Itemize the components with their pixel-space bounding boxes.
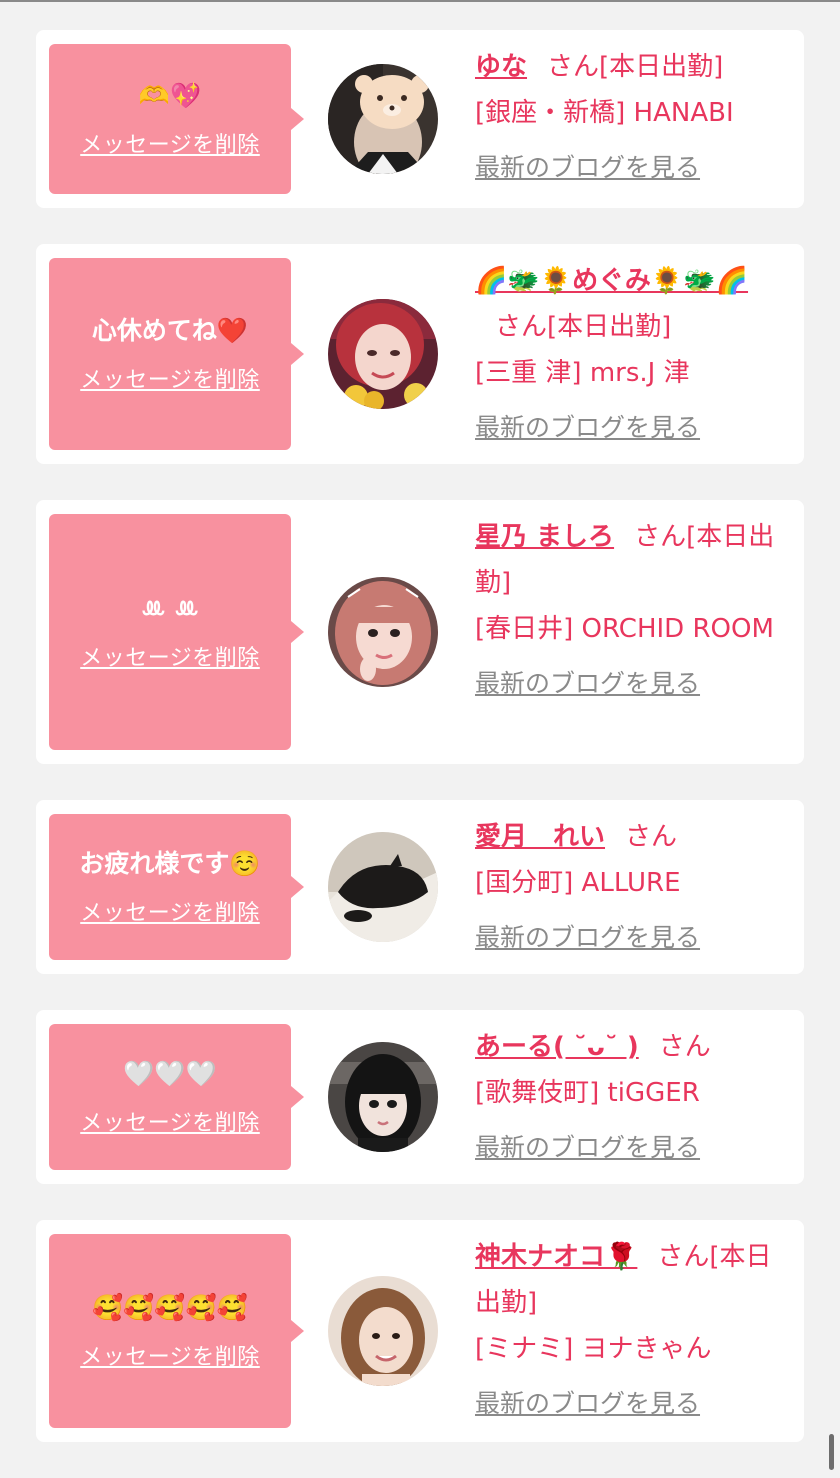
latest-blog-link[interactable]: 最新のブログを見る	[475, 1384, 700, 1424]
cast-name-link[interactable]: 神木ナオコ🌹	[475, 1242, 637, 1272]
message-text: お疲れ様です☺️	[79, 849, 261, 878]
cast-info: 神木ナオコ🌹 さん[本日出勤] [ミナミ] ヨナきゃん 最新のブログを見る	[475, 1234, 790, 1427]
scrollbar-thumb[interactable]	[829, 1434, 834, 1470]
delete-message-link[interactable]: メッセージを削除	[80, 1339, 260, 1371]
top-divider	[0, 0, 840, 2]
message-card: 心休めてね❤️ メッセージを削除 🌈🐲🌻めぐみ🌻🐲🌈 さん[本日出勤] [三重 津…	[36, 244, 804, 464]
message-bubble: 🤍🤍🤍 メッセージを削除	[49, 1024, 304, 1170]
shop-label: [春日井] ORCHID ROOM	[475, 614, 774, 644]
cast-name-link[interactable]: 🌈🐲🌻めぐみ🌻🐲🌈	[475, 266, 748, 296]
latest-blog-link[interactable]: 最新のブログを見る	[475, 664, 700, 704]
message-bubble: 🫶💖 メッセージを削除	[49, 44, 304, 194]
message-card: お疲れ様です☺️ メッセージを削除 愛月 れい さん [国分町] ALLURE 最…	[36, 800, 804, 974]
message-bubble: 心休めてね❤️ メッセージを削除	[49, 258, 304, 450]
cast-name-link[interactable]: ゆな	[475, 52, 527, 82]
delete-message-link[interactable]: メッセージを削除	[80, 127, 260, 159]
latest-blog-link[interactable]: 最新のブログを見る	[475, 148, 700, 188]
shop-label: [三重 津] mrs.J 津	[475, 358, 690, 388]
cast-info: 愛月 れい さん [国分町] ALLURE 最新のブログを見る	[475, 814, 790, 961]
delete-message-link[interactable]: メッセージを削除	[80, 640, 260, 672]
cast-name-link[interactable]: 愛月 れい	[475, 822, 605, 852]
cast-info: ゆな さん[本日出勤] [銀座・新橋] HANABI 最新のブログを見る	[475, 44, 790, 191]
cast-name-link[interactable]: 星乃 ましろ	[475, 522, 614, 552]
cast-status: さん[本日出勤]	[495, 312, 672, 342]
latest-blog-link[interactable]: 最新のブログを見る	[475, 408, 700, 448]
delete-message-link[interactable]: メッセージを削除	[80, 895, 260, 927]
delete-message-link[interactable]: メッセージを削除	[80, 362, 260, 394]
message-text: 🥰🥰🥰🥰🥰	[92, 1293, 248, 1322]
message-card: 🤍🤍🤍 メッセージを削除 あーる( ˘ᴗ˘ ) さん [歌舞伎町] tiGGER …	[36, 1010, 804, 1184]
latest-blog-link[interactable]: 最新のブログを見る	[475, 1128, 700, 1168]
avatar-photo-black-hair-icon[interactable]	[328, 1042, 438, 1152]
message-bubble: 🥰🥰🥰🥰🥰 メッセージを削除	[49, 1234, 304, 1428]
message-bubble: ꔛ ꔛ メッセージを削除	[49, 514, 304, 750]
message-card: ꔛ ꔛ メッセージを削除 星乃 ましろ さん[本日出勤] [春日井] ORCHID…	[36, 500, 804, 764]
cast-status: さん[本日出勤]	[547, 52, 724, 82]
latest-blog-link[interactable]: 最新のブログを見る	[475, 918, 700, 958]
cast-status: さん	[658, 1032, 711, 1062]
message-text: 心休めてね❤️	[91, 316, 249, 345]
avatar-photo-brown-hair-icon[interactable]	[328, 1276, 438, 1386]
avatar-photo-red-hair-icon[interactable]	[328, 299, 438, 409]
avatar-photo-bear-sticker-icon[interactable]	[328, 64, 438, 174]
avatar-photo-pink-hair-icon[interactable]	[328, 577, 438, 687]
shop-label: [国分町] ALLURE	[475, 868, 681, 898]
delete-message-link[interactable]: メッセージを削除	[80, 1105, 260, 1137]
message-card: 🫶💖 メッセージを削除 ゆな さん[本日出勤] [銀座・新橋] HANABI 最…	[36, 30, 804, 208]
cast-name-link[interactable]: あーる( ˘ᴗ˘ )	[475, 1032, 639, 1062]
message-card: 🥰🥰🥰🥰🥰 メッセージを削除 神木ナオコ🌹 さん[本日出勤] [ミナミ] ヨナきゃ…	[36, 1220, 804, 1442]
shop-label: [歌舞伎町] tiGGER	[475, 1078, 700, 1108]
cast-info: 星乃 ましろ さん[本日出勤] [春日井] ORCHID ROOM 最新のブログを…	[475, 514, 790, 707]
message-text: 🤍🤍🤍	[123, 1059, 217, 1088]
cast-status: さん	[625, 822, 678, 852]
message-list: 🫶💖 メッセージを削除 ゆな さん[本日出勤] [銀座・新橋] HANABI 最…	[36, 30, 804, 1478]
message-text: 🫶💖	[138, 81, 202, 110]
cast-info: 🌈🐲🌻めぐみ🌻🐲🌈 さん[本日出勤] [三重 津] mrs.J 津 最新のブログを…	[475, 258, 790, 451]
message-text: ꔛ ꔛ	[141, 594, 199, 623]
shop-label: [ミナミ] ヨナきゃん	[475, 1334, 712, 1364]
message-bubble: お疲れ様です☺️ メッセージを削除	[49, 814, 304, 960]
cast-info: あーる( ˘ᴗ˘ ) さん [歌舞伎町] tiGGER 最新のブログを見る	[475, 1024, 790, 1171]
avatar-photo-black-cat-icon[interactable]	[328, 832, 438, 942]
shop-label: [銀座・新橋] HANABI	[475, 98, 734, 128]
